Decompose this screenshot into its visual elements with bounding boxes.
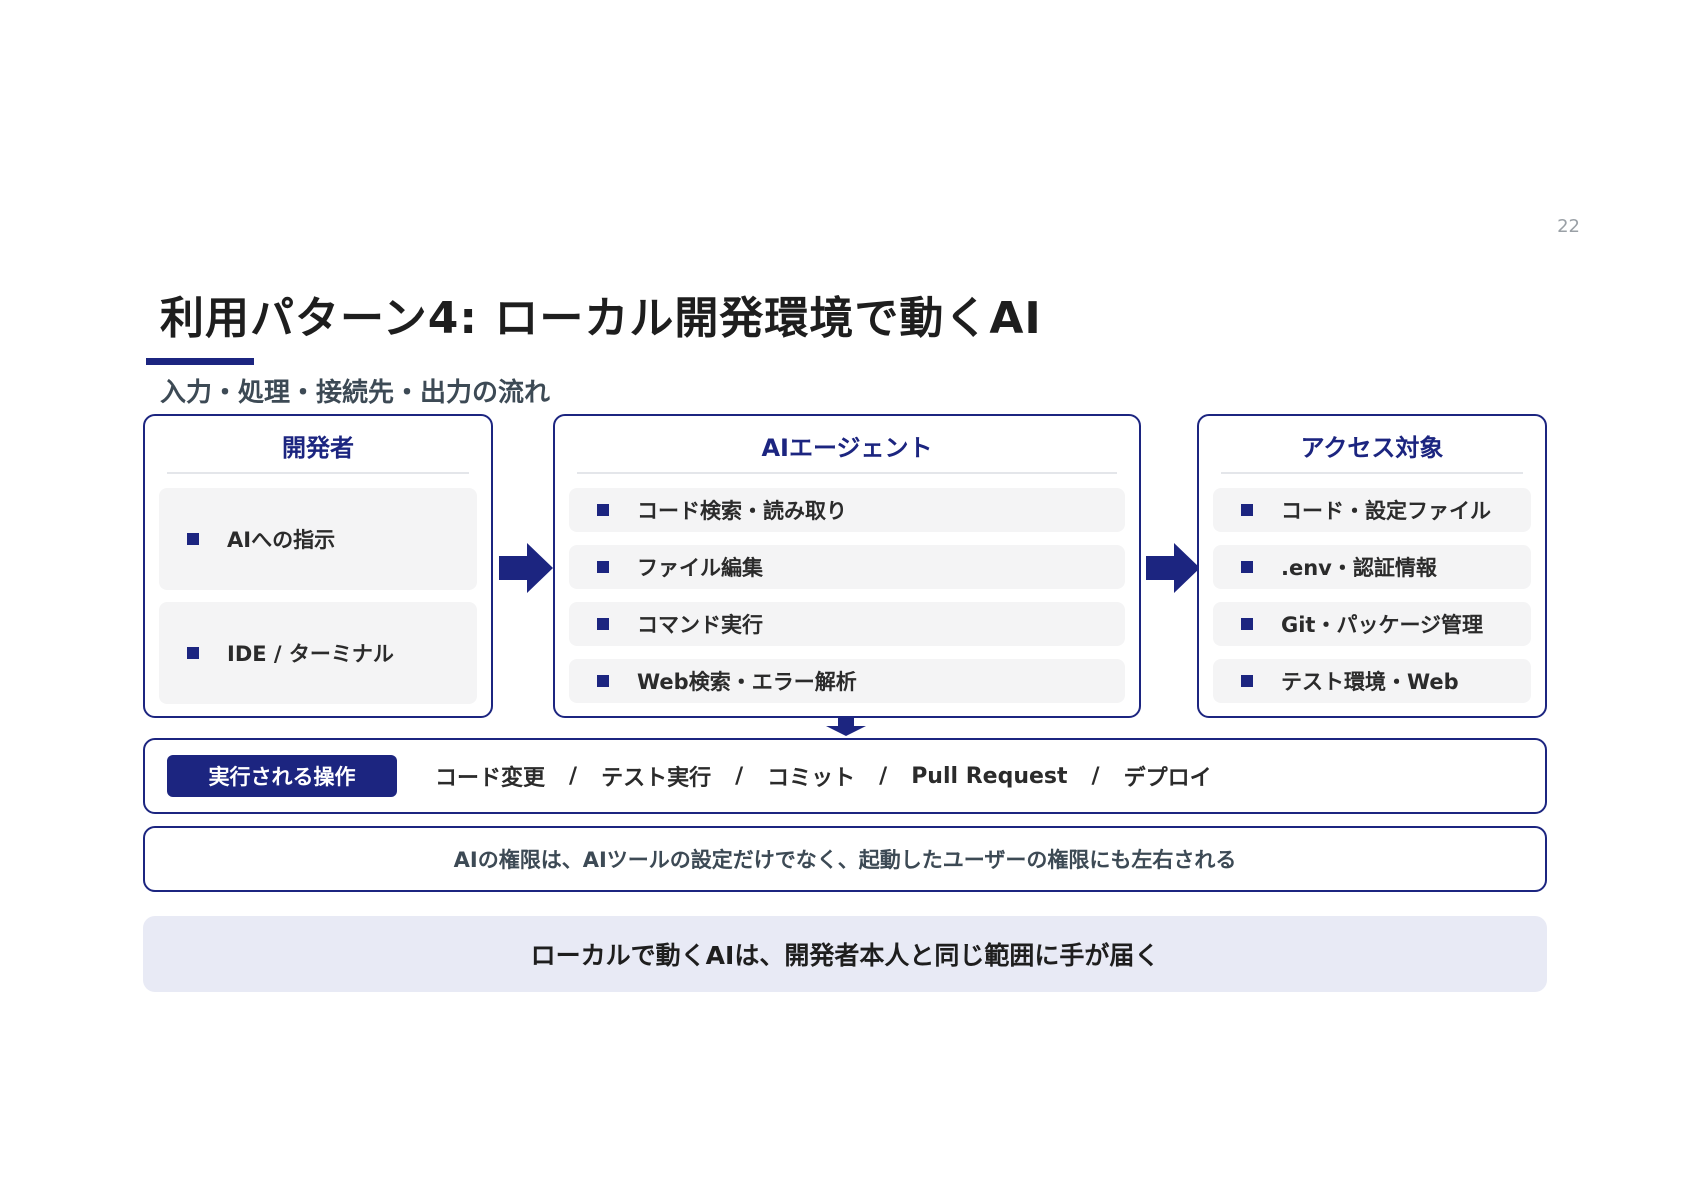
list-item-label: コマンド実行 [637, 613, 763, 637]
square-bullet-icon [1241, 561, 1253, 573]
access-targets-panel-title: アクセス対象 [1300, 434, 1444, 462]
operation-separator: / [735, 763, 744, 789]
list-item: Git・パッケージ管理 [1213, 602, 1531, 646]
operation-item: コミット [767, 766, 856, 791]
developer-panel: 開発者 AIへの指示 IDE / ターミナル [143, 414, 493, 718]
operations-bar: 実行される操作 コード変更 / テスト実行 / コミット / Pull Requ… [143, 738, 1547, 814]
ai-agent-panel: AIエージェント コード検索・読み取り ファイル編集 コマンド実行 Web検索・… [553, 414, 1141, 718]
title-accent-bar [146, 358, 254, 365]
operation-item: デプロイ [1123, 766, 1212, 791]
list-item: .env・認証情報 [1213, 545, 1531, 589]
square-bullet-icon [597, 675, 609, 687]
operation-item: テスト実行 [601, 766, 712, 791]
operations-badge: 実行される操作 [167, 755, 397, 797]
list-item: AIへの指示 [159, 488, 477, 590]
list-item-label: ファイル編集 [637, 556, 763, 580]
square-bullet-icon [1241, 618, 1253, 630]
list-item: テスト環境・Web [1213, 659, 1531, 703]
arrow-right-icon [499, 543, 553, 593]
operation-separator: / [1091, 763, 1100, 789]
square-bullet-icon [187, 533, 199, 545]
square-bullet-icon [597, 561, 609, 573]
list-item: Web検索・エラー解析 [569, 659, 1125, 703]
square-bullet-icon [1241, 675, 1253, 687]
square-bullet-icon [597, 504, 609, 516]
list-item-label: .env・認証情報 [1281, 556, 1437, 580]
operation-separator: / [569, 763, 578, 789]
panel-divider [167, 472, 469, 474]
list-item-label: Git・パッケージ管理 [1281, 613, 1484, 637]
arrow-right-icon [1146, 543, 1200, 593]
list-item-label: IDE / ターミナル [227, 642, 394, 666]
permission-note: AIの権限は、AIツールの設定だけでなく、起動したユーザーの権限にも左右される [143, 826, 1547, 892]
list-item-label: コード・設定ファイル [1281, 499, 1491, 523]
operations-list: コード変更 / テスト実行 / コミット / Pull Request / デプ… [435, 740, 1212, 812]
list-item-label: コード検索・読み取り [637, 499, 847, 523]
square-bullet-icon [187, 647, 199, 659]
square-bullet-icon [1241, 504, 1253, 516]
list-item: IDE / ターミナル [159, 602, 477, 704]
operation-item: コード変更 [435, 766, 546, 791]
list-item-label: Web検索・エラー解析 [637, 670, 857, 694]
page-title: 利用パターン4: ローカル開発環境で動くAI [160, 293, 1042, 344]
arrow-down-icon [826, 718, 866, 736]
conclusion-banner: ローカルで動くAIは、開発者本人と同じ範囲に手が届く [143, 916, 1547, 992]
operation-separator: / [879, 763, 888, 789]
developer-panel-title: 開発者 [282, 434, 354, 462]
page-subtitle: 入力・処理・接続先・出力の流れ [160, 378, 551, 408]
list-item: コマンド実行 [569, 602, 1125, 646]
list-item-label: テスト環境・Web [1281, 670, 1459, 694]
list-item: ファイル編集 [569, 545, 1125, 589]
access-targets-panel: アクセス対象 コード・設定ファイル .env・認証情報 Git・パッケージ管理 … [1197, 414, 1547, 718]
list-item: コード検索・読み取り [569, 488, 1125, 532]
ai-agent-panel-title: AIエージェント [761, 434, 933, 462]
page-number: 22 [1557, 216, 1580, 237]
panel-divider [1221, 472, 1523, 474]
list-item: コード・設定ファイル [1213, 488, 1531, 532]
operation-item: Pull Request [911, 763, 1068, 789]
square-bullet-icon [597, 618, 609, 630]
list-item-label: AIへの指示 [227, 528, 336, 552]
panel-divider [577, 472, 1117, 474]
